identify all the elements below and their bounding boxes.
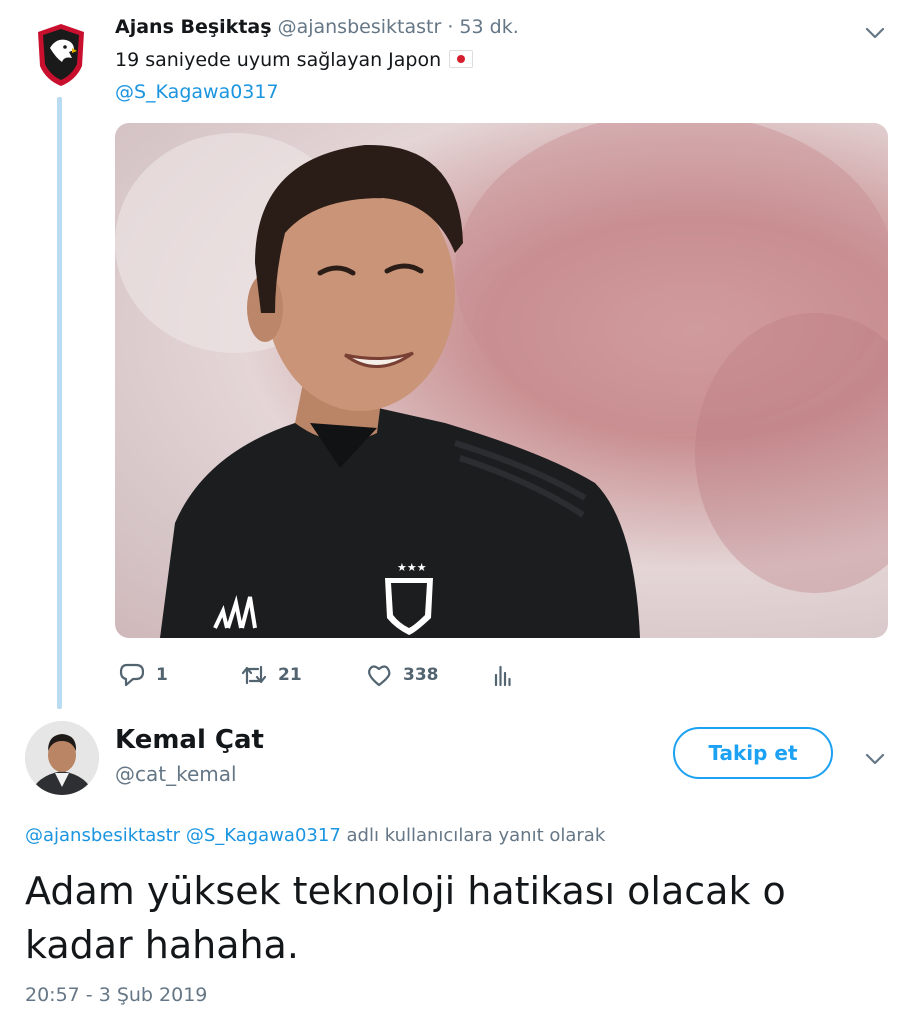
club-logo-icon bbox=[38, 24, 84, 86]
ajans-besiktas-avatar[interactable] bbox=[36, 22, 86, 88]
thread-connector-line bbox=[57, 97, 62, 709]
parent-tweet-photo[interactable]: ★★★ bbox=[115, 123, 888, 638]
parent-tweet-actions: 1 21 338 bbox=[118, 660, 538, 690]
separator-dot: · bbox=[447, 16, 454, 38]
retweet-icon bbox=[241, 665, 267, 685]
main-author-name[interactable]: Kemal Çat bbox=[115, 725, 264, 755]
player-photo-illustration: ★★★ bbox=[115, 123, 888, 638]
retweet-button[interactable]: 21 bbox=[240, 660, 302, 690]
like-button[interactable]: 338 bbox=[365, 660, 439, 690]
parent-tweet-time[interactable]: 53 dk. bbox=[459, 16, 518, 38]
parent-tweet-text-content: 19 saniyede uyum sağlayan Japon bbox=[115, 49, 442, 71]
reply-context: @ajansbesiktastr @S_Kagawa0317 adlı kull… bbox=[25, 825, 605, 846]
main-tweet-text: Adam yüksek teknoloji hatikası olacak o … bbox=[25, 869, 786, 967]
svg-text:★★★: ★★★ bbox=[397, 561, 427, 574]
chevron-down-icon[interactable] bbox=[864, 26, 886, 40]
analytics-button[interactable] bbox=[488, 660, 516, 690]
main-author-handle[interactable]: @cat_kemal bbox=[115, 762, 237, 786]
retweet-count: 21 bbox=[278, 665, 302, 685]
parent-tweet-header: Ajans Beşiktaş @ajansbesiktastr · 53 dk. bbox=[115, 16, 519, 38]
reply-mention-kagawa[interactable]: @S_Kagawa0317 bbox=[186, 825, 341, 846]
japan-flag-icon bbox=[449, 50, 474, 68]
reply-count: 1 bbox=[156, 665, 168, 685]
like-count: 338 bbox=[403, 665, 439, 685]
chevron-down-icon[interactable] bbox=[864, 752, 886, 766]
like-icon bbox=[368, 665, 391, 687]
reply-icon bbox=[119, 663, 145, 687]
reply-mention-ajansbesiktastr[interactable]: @ajansbesiktastr bbox=[25, 825, 180, 846]
follow-button[interactable]: Takip et bbox=[673, 727, 833, 779]
main-tweet-timestamp[interactable]: 20:57 - 3 Şub 2019 bbox=[25, 984, 207, 1006]
analytics-icon bbox=[494, 665, 511, 687]
user-photo-icon bbox=[25, 721, 99, 795]
parent-author-handle[interactable]: @ajansbesiktastr bbox=[278, 16, 442, 38]
parent-tweet-mention-link[interactable]: @S_Kagawa0317 bbox=[115, 81, 279, 103]
kemal-cat-avatar[interactable] bbox=[25, 721, 99, 795]
reply-button[interactable]: 1 bbox=[118, 660, 168, 690]
parent-author-name[interactable]: Ajans Beşiktaş bbox=[115, 16, 272, 38]
reply-context-suffix: adlı kullanıcılara yanıt olarak bbox=[346, 825, 606, 846]
parent-tweet-text: 19 saniyede uyum sağlayan Japon bbox=[115, 49, 474, 71]
